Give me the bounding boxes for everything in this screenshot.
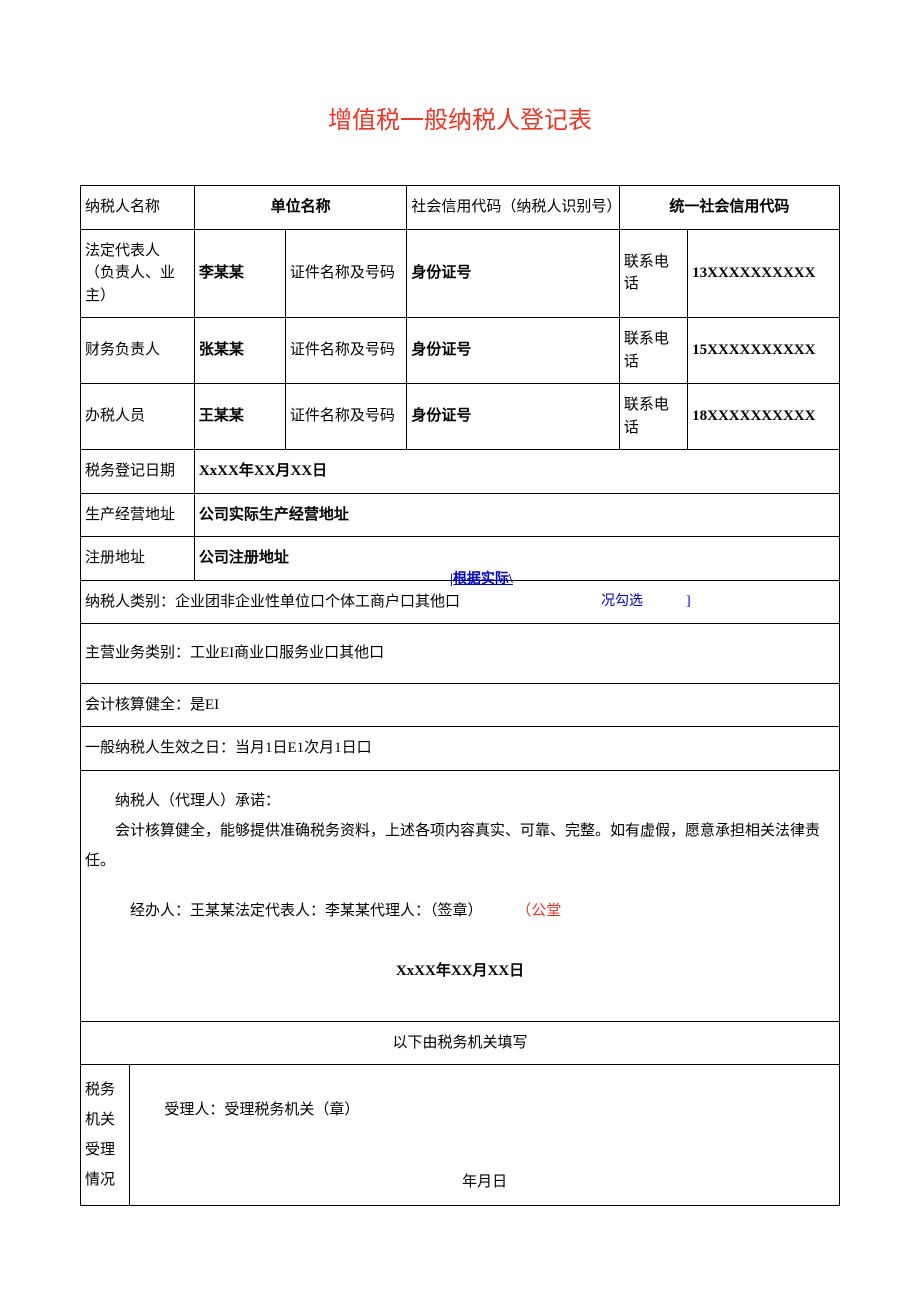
finance-head-id-label: 证件名称及号码	[285, 318, 406, 384]
reg-address-label: 注册地址	[81, 537, 195, 581]
registration-table: 纳税人名称 单位名称 社会信用代码（纳税人识别号） 统一社会信用代码 法定代表人…	[80, 185, 840, 1206]
promise-heading: 纳税人（代理人）承诺：	[85, 786, 835, 816]
taxpayer-type: 纳税人类别：企业团非企业性单位口个体工商户口其他口 况勾选 ]	[81, 580, 840, 624]
finance-head-name: 张某某	[194, 318, 285, 384]
row-finance-head: 财务负责人 张某某 证件名称及号码 身份证号 联系电话 15XXXXXXXXXX	[81, 318, 840, 384]
effective-date: 一般纳税人生效之日：当月1日E1次月1日口	[81, 727, 840, 771]
business-address-value: 公司实际生产经营地址	[194, 493, 839, 537]
legal-rep-name: 李某某	[194, 229, 285, 318]
tax-handler-name: 王某某	[194, 384, 285, 450]
row-tax-handler: 办税人员 王某某 证件名称及号码 身份证号 联系电话 18XXXXXXXXXX	[81, 384, 840, 450]
credit-code-value: 统一社会信用代码	[619, 186, 839, 230]
annotation-bracket: ]	[686, 591, 691, 612]
tax-handler-id-label: 证件名称及号码	[285, 384, 406, 450]
legal-rep-id: 身份证号	[407, 229, 620, 318]
row-authority: 税务机关受理情况 受理人：受理税务机关（章） 年月日	[81, 1065, 840, 1206]
legal-rep-label: 法定代表人（负责人、业主）	[81, 229, 195, 318]
authority-acceptor: 受理人：受理税务机关（章）	[164, 1102, 359, 1118]
row-taxpayer-type: 纳税人类别：企业团非企业性单位口个体工商户口其他口 况勾选 ]	[81, 580, 840, 624]
tax-handler-id: 身份证号	[407, 384, 620, 450]
authority-fill-heading: 以下由税务机关填写	[81, 1021, 840, 1065]
reg-date-label: 税务登记日期	[81, 450, 195, 494]
finance-head-id: 身份证号	[407, 318, 620, 384]
finance-head-phone: 15XXXXXXXXXX	[688, 318, 840, 384]
legal-rep-phone: 13XXXXXXXXXX	[688, 229, 840, 318]
row-accounting: 会计核算健全：是EI	[81, 683, 840, 727]
finance-head-phone-label: 联系电话	[619, 318, 687, 384]
row-business-address: 生产经营地址 公司实际生产经营地址	[81, 493, 840, 537]
promise-body: 会计核算健全，能够提供准确税务资料，上述各项内容真实、可靠、完整。如有虚假，愿意…	[85, 816, 835, 876]
business-type: 主营业务类别：工业EI商业口服务业口其他口	[81, 624, 840, 684]
promise-signer: 经办人：王某某法定代表人：李某某代理人：（签章）	[85, 896, 483, 926]
reg-address-value: 公司注册地址 |根据实际\	[194, 537, 839, 581]
row-authority-heading: 以下由税务机关填写	[81, 1021, 840, 1065]
row-taxpayer-name: 纳税人名称 单位名称 社会信用代码（纳税人识别号） 统一社会信用代码	[81, 186, 840, 230]
promise-seal-note: （公堂	[516, 903, 561, 919]
tax-handler-label: 办税人员	[81, 384, 195, 450]
legal-rep-phone-label: 联系电话	[619, 229, 687, 318]
authority-date: 年月日	[134, 1171, 835, 1194]
taxpayer-name-label: 纳税人名称	[81, 186, 195, 230]
page-title: 增值税一般纳税人登记表	[80, 100, 840, 135]
finance-head-label: 财务负责人	[81, 318, 195, 384]
row-reg-address: 注册地址 公司注册地址 |根据实际\	[81, 537, 840, 581]
promise-date: XxXX年XX月XX日	[85, 956, 835, 986]
row-legal-rep: 法定代表人（负责人、业主） 李某某 证件名称及号码 身份证号 联系电话 13XX…	[81, 229, 840, 318]
row-business-type: 主营业务类别：工业EI商业口服务业口其他口	[81, 624, 840, 684]
authority-content: 受理人：受理税务机关（章） 年月日	[130, 1065, 840, 1206]
tax-handler-phone: 18XXXXXXXXXX	[688, 384, 840, 450]
row-effective-date: 一般纳税人生效之日：当月1日E1次月1日口	[81, 727, 840, 771]
business-address-label: 生产经营地址	[81, 493, 195, 537]
row-reg-date: 税务登记日期 XxXX年XX月XX日	[81, 450, 840, 494]
annotation-check-text: 况勾选	[601, 591, 643, 612]
legal-rep-id-label: 证件名称及号码	[285, 229, 406, 318]
row-promise: 纳税人（代理人）承诺： 会计核算健全，能够提供准确税务资料，上述各项内容真实、可…	[81, 770, 840, 1021]
authority-label: 税务机关受理情况	[81, 1065, 130, 1206]
company-name: 单位名称	[194, 186, 407, 230]
accounting-sound: 会计核算健全：是EI	[81, 683, 840, 727]
promise-block: 纳税人（代理人）承诺： 会计核算健全，能够提供准确税务资料，上述各项内容真实、可…	[81, 770, 840, 1021]
tax-handler-phone-label: 联系电话	[619, 384, 687, 450]
credit-code-label: 社会信用代码（纳税人识别号）	[407, 186, 620, 230]
reg-date-value: XxXX年XX月XX日	[194, 450, 839, 494]
